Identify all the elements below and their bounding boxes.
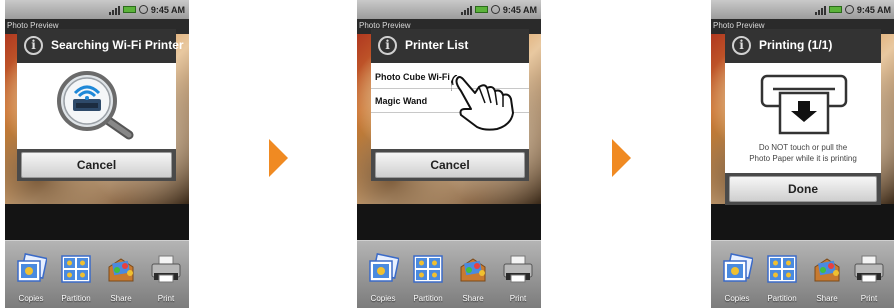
dialog-header: i Printer List xyxy=(371,29,529,63)
dialog-title: Printer List xyxy=(405,38,469,52)
print-button[interactable]: Print xyxy=(496,249,540,307)
copies-icon xyxy=(723,253,753,282)
printer-icon xyxy=(151,255,181,283)
bottom-toolbar: Copies Partition Share Print xyxy=(711,240,894,308)
partition-icon xyxy=(767,255,797,283)
share-label: Share xyxy=(816,294,838,303)
dialog-title: Printing (1/1) xyxy=(759,38,833,52)
print-button[interactable]: Print xyxy=(847,249,891,307)
partition-button[interactable]: Partition xyxy=(406,249,450,307)
copies-label: Copies xyxy=(18,294,44,303)
preview-background xyxy=(5,204,189,240)
step-arrow-2 xyxy=(612,139,631,177)
searching-dialog: i Searching Wi-Fi Printer Cancel xyxy=(17,29,184,181)
dialog-footer: Cancel xyxy=(17,149,176,181)
alarm-icon xyxy=(138,5,148,14)
preview-background xyxy=(711,204,894,240)
status-time: 9:45 AM xyxy=(502,4,537,15)
info-icon: i xyxy=(24,36,43,55)
battery-icon xyxy=(828,6,842,13)
copies-label: Copies xyxy=(370,294,396,303)
status-time: 9:45 AM xyxy=(150,4,185,15)
partition-icon xyxy=(61,255,91,283)
signal-icon xyxy=(108,5,120,15)
share-button[interactable]: Share xyxy=(451,249,495,307)
alarm-icon xyxy=(844,5,854,14)
phone-screen-printing: 9:45 AM Photo Preview i Printing (1/1) D… xyxy=(711,0,894,308)
share-label: Share xyxy=(110,294,132,303)
alarm-icon xyxy=(490,5,500,14)
print-button[interactable]: Print xyxy=(144,249,188,307)
share-icon xyxy=(814,258,840,282)
printer-icon xyxy=(503,255,533,283)
phone-screen-searching: 9:45 AM Photo Preview i Searching Wi-Fi … xyxy=(5,0,189,308)
share-icon xyxy=(460,258,486,282)
partition-label: Partition xyxy=(61,294,91,303)
bottom-toolbar: Copies Partition Share Print xyxy=(357,240,541,308)
partition-button[interactable]: Partition xyxy=(760,249,804,307)
cancel-button[interactable]: Cancel xyxy=(21,152,172,178)
status-bar: 9:45 AM xyxy=(711,0,894,19)
copies-icon xyxy=(369,253,399,282)
step-arrow-1 xyxy=(269,139,288,177)
phone-screen-printer-list: 9:45 AM Photo Preview i Printer List Pho… xyxy=(357,0,541,308)
print-label: Print xyxy=(860,294,878,303)
signal-icon xyxy=(460,5,472,15)
printing-dialog: i Printing (1/1) Do NOT touch or pull th… xyxy=(725,29,881,205)
partition-label: Partition xyxy=(767,294,797,303)
printer-output-icon xyxy=(760,74,848,135)
warning-line-2: Photo Paper while it is printing xyxy=(749,154,857,163)
share-label: Share xyxy=(462,294,484,303)
battery-icon xyxy=(474,6,488,13)
share-icon xyxy=(108,258,134,282)
copies-button[interactable]: Copies xyxy=(361,249,405,307)
preview-background xyxy=(357,204,541,240)
copies-label: Copies xyxy=(724,294,750,303)
dialog-title: Searching Wi-Fi Printer xyxy=(51,38,184,52)
dialog-footer: Cancel xyxy=(371,149,529,181)
partition-label: Partition xyxy=(413,294,443,303)
dialog-header: i Searching Wi-Fi Printer xyxy=(17,29,184,63)
printer-name: Photo Cube Wi-Fi xyxy=(375,72,450,82)
tap-hand-icon xyxy=(451,75,514,131)
dialog-header: i Printing (1/1) xyxy=(725,29,881,63)
copies-button[interactable]: Copies xyxy=(715,249,759,307)
share-button[interactable]: Share xyxy=(99,249,143,307)
status-bar: 9:45 AM xyxy=(5,0,189,19)
info-icon: i xyxy=(732,36,751,55)
printer-list-dialog: i Printer List Photo Cube Wi-Fi Magic Wa… xyxy=(371,29,529,181)
info-icon: i xyxy=(378,36,397,55)
status-time: 9:45 AM xyxy=(856,4,891,15)
battery-icon xyxy=(122,6,136,13)
copies-icon xyxy=(17,253,47,282)
cancel-button[interactable]: Cancel xyxy=(375,152,525,178)
warning-line-1: Do NOT touch or pull the xyxy=(758,143,848,152)
bottom-toolbar: Copies Partition Share Print xyxy=(5,240,189,308)
done-button[interactable]: Done xyxy=(729,176,877,202)
partition-icon xyxy=(413,255,443,283)
wifi-printer-search-icon xyxy=(57,71,134,140)
copies-button[interactable]: Copies xyxy=(9,249,53,307)
printer-name: Magic Wand xyxy=(375,96,428,106)
status-bar: 9:45 AM xyxy=(357,0,541,19)
dialog-footer: Done xyxy=(725,173,881,205)
signal-icon xyxy=(814,5,826,15)
printer-icon xyxy=(854,255,884,283)
print-label: Print xyxy=(157,294,175,303)
print-label: Print xyxy=(509,294,527,303)
partition-button[interactable]: Partition xyxy=(54,249,98,307)
share-button[interactable]: Share xyxy=(805,249,849,307)
